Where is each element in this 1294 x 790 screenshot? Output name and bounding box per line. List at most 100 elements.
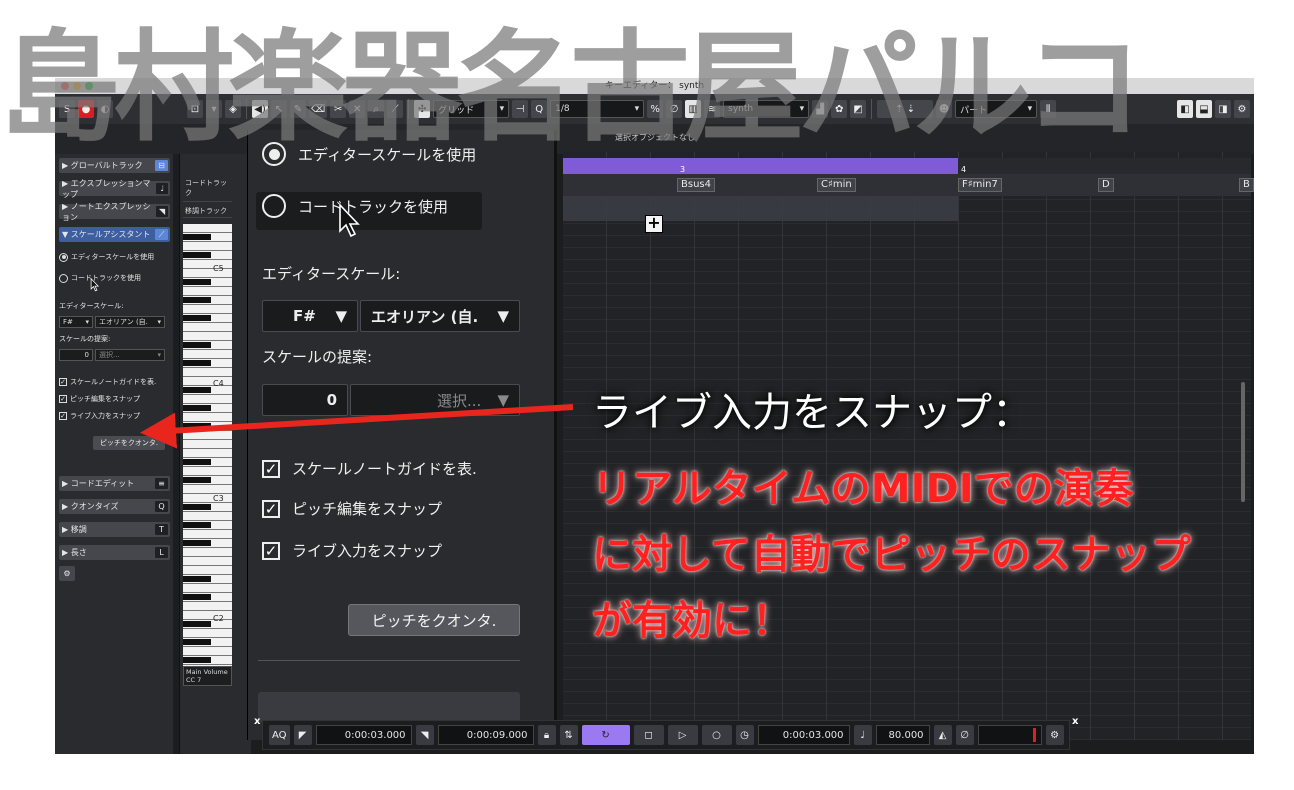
radio-editor-scale-small[interactable]: エディタースケールを使用 bbox=[59, 252, 154, 262]
quantize-pitch-button-small[interactable]: ピッチをクオンタ. bbox=[93, 436, 165, 450]
settings-icon[interactable]: ⚙ bbox=[1234, 100, 1250, 118]
suggest-value-field[interactable]: 0 bbox=[262, 384, 348, 416]
section-note-expression[interactable]: ▶ ノートエクスプレッション ◥ bbox=[59, 202, 170, 222]
quantize-icon[interactable]: Q bbox=[531, 100, 548, 118]
speaker-icon[interactable]: ◀) bbox=[252, 100, 268, 118]
pencil-tool-icon[interactable]: ✎ bbox=[290, 100, 306, 118]
chord-track-row[interactable]: コードトラック bbox=[183, 176, 232, 202]
vertical-scrollbar[interactable] bbox=[1241, 382, 1245, 502]
mute-tool-icon[interactable]: ✕ bbox=[349, 100, 366, 118]
quantize-pitch-button[interactable]: ピッチをクオンタ. bbox=[348, 604, 520, 636]
controller-lane-select[interactable]: Main Volume CC 7 bbox=[183, 666, 232, 686]
precount-icon[interactable]: ∅ bbox=[955, 725, 974, 745]
pointer-tool-icon[interactable]: ↖ bbox=[271, 100, 287, 118]
suggest-value-small[interactable]: 0 bbox=[59, 349, 93, 361]
right-locator-field[interactable]: 0:00:09.000 bbox=[437, 725, 534, 745]
chord-event[interactable]: B bbox=[1239, 178, 1254, 192]
link-icon[interactable]: ∅ bbox=[666, 100, 683, 118]
trim-tool-icon[interactable]: ✂ bbox=[330, 100, 347, 118]
scale-mode-select[interactable]: エオリアン (自. ▼ bbox=[360, 300, 520, 332]
check-snap-live[interactable]: ✓ ライブ入力をスナップ bbox=[262, 540, 442, 561]
check-snap-pitch[interactable]: ✓ ピッチ編集をスナップ bbox=[262, 498, 442, 519]
close-window-button[interactable] bbox=[61, 82, 69, 90]
suggest-select[interactable]: 選択... ▼ bbox=[350, 384, 520, 416]
section-quantize[interactable]: ▶ クオンタイズ Q bbox=[59, 499, 170, 514]
window-layout-icon[interactable]: ⊡ bbox=[187, 100, 203, 118]
left-locator-icon[interactable]: ◤ bbox=[293, 725, 312, 745]
section-transpose[interactable]: ▶ 移調 T bbox=[59, 522, 170, 537]
chord-track-lane[interactable] bbox=[563, 174, 1251, 196]
play-button[interactable]: ▷ bbox=[667, 725, 698, 745]
scale-root-select[interactable]: F# ▼ bbox=[262, 300, 358, 332]
section-expression-map[interactable]: ▶ エクスプレッションマップ ♩ bbox=[59, 179, 170, 199]
check-scale-guide[interactable]: ✓ スケールノートガイドを表. bbox=[262, 458, 477, 479]
check-pitch-small[interactable]: ✓ ピッチ編集をスナップ bbox=[59, 394, 140, 404]
radio-off-icon[interactable] bbox=[59, 273, 68, 283]
checkbox-checked-icon[interactable]: ✓ bbox=[59, 395, 67, 403]
record-enable-icon[interactable]: ● bbox=[78, 100, 94, 118]
section-global-tracks[interactable]: ▶ グローバルトラック ⊟ bbox=[59, 158, 170, 173]
cycle-button[interactable]: ↻ bbox=[581, 725, 630, 745]
punch-icon[interactable]: ⇅ bbox=[559, 725, 578, 745]
metronome-icon[interactable]: ◭ bbox=[933, 725, 952, 745]
position-field[interactable]: 0:00:03.000 bbox=[757, 725, 850, 745]
clock-icon[interactable]: ◷ bbox=[735, 725, 754, 745]
lock-icon[interactable]: 🔒︎ bbox=[537, 725, 556, 745]
chord-event[interactable]: C♯min bbox=[817, 178, 856, 192]
auto-quantize-button[interactable]: AQ bbox=[269, 725, 290, 745]
chord-icon[interactable]: ▟ bbox=[812, 100, 829, 118]
tempo-icon[interactable]: ♩ bbox=[853, 725, 872, 745]
line-tool-icon[interactable]: ⟋ bbox=[387, 100, 404, 118]
radio-editor-scale[interactable]: エディタースケールを使用 bbox=[262, 142, 476, 166]
left-locator-field[interactable]: 0:00:03.000 bbox=[315, 725, 412, 745]
chord-event[interactable]: Bsus4 bbox=[677, 178, 715, 192]
loop-range-bar[interactable] bbox=[563, 158, 958, 174]
edit-in-place-icon[interactable]: ◩ bbox=[850, 100, 867, 118]
stop-button[interactable]: ◻ bbox=[633, 725, 664, 745]
transpose-buttons[interactable]: ⇡ ⇣ bbox=[877, 100, 934, 118]
check-live-small[interactable]: ✓ ライブ入力をスナップ bbox=[59, 411, 140, 421]
zoom-window-button[interactable] bbox=[85, 82, 93, 90]
gear-icon[interactable]: ⚙ bbox=[1045, 725, 1064, 745]
scale-lane[interactable] bbox=[563, 196, 958, 221]
snap-icon[interactable]: ✣ bbox=[414, 100, 431, 118]
checkbox-checked-icon[interactable]: ✓ bbox=[262, 499, 280, 518]
suggest-select-small[interactable]: 選択... ▾ bbox=[95, 349, 165, 361]
zoom-tool-icon[interactable]: ⌕ bbox=[368, 100, 385, 118]
radio-chord-track-small[interactable]: コードトラックを使用 bbox=[59, 273, 141, 283]
checkbox-checked-icon[interactable]: ✓ bbox=[59, 412, 67, 420]
note-display[interactable]: 3 4 Bsus4 C♯min F♯min7 D B + bbox=[563, 152, 1254, 740]
section-scale-assistant[interactable]: ▼ スケールアシスタント ⟋ bbox=[59, 227, 170, 242]
checkbox-checked-icon[interactable]: ✓ bbox=[262, 541, 280, 560]
part-icon[interactable]: ☻ bbox=[936, 100, 953, 118]
quantize-dropdown[interactable]: 1/8 ▾ bbox=[550, 100, 645, 118]
transpose-track-row[interactable]: 移調トラック bbox=[183, 204, 232, 218]
section-chord-edit[interactable]: ▶ コードエディット ≡ bbox=[59, 476, 170, 491]
mixer-icon[interactable]: ⫴ bbox=[1040, 100, 1057, 118]
close-icon[interactable]: x bbox=[1072, 716, 1078, 727]
radio-on-icon[interactable] bbox=[262, 142, 286, 166]
checkbox-checked-icon[interactable]: ✓ bbox=[262, 459, 280, 478]
chord-event[interactable]: D bbox=[1098, 178, 1114, 192]
solo-icon[interactable]: S bbox=[59, 100, 75, 118]
color-icon[interactable]: ◈ bbox=[225, 100, 241, 118]
piano-icon[interactable]: ▥ bbox=[685, 100, 702, 118]
piano-keyboard[interactable]: C5 C4 C3 C2 bbox=[183, 224, 232, 674]
checkbox-checked-icon[interactable]: ✓ bbox=[59, 378, 67, 386]
lower-zone-icon[interactable]: ⬓ bbox=[1196, 100, 1212, 118]
right-zone-icon[interactable]: ◨ bbox=[1215, 100, 1231, 118]
check-guide-small[interactable]: ✓ スケールノートガイドを表. bbox=[59, 377, 156, 387]
snap-type-dropdown[interactable]: グリッド ▾ bbox=[433, 100, 510, 118]
eraser-tool-icon[interactable]: ⌫ bbox=[309, 100, 328, 118]
palette-icon[interactable]: ✿ bbox=[831, 100, 848, 118]
tempo-field[interactable]: 80.000 bbox=[875, 725, 930, 745]
close-icon[interactable]: x bbox=[254, 716, 260, 727]
scale-mode-select-small[interactable]: エオリアン (自. ▾ bbox=[95, 316, 165, 328]
collapsed-section[interactable] bbox=[258, 692, 520, 722]
chord-event[interactable]: F♯min7 bbox=[958, 178, 1002, 192]
radio-on-icon[interactable] bbox=[59, 252, 68, 262]
iterative-quantize-icon[interactable]: % bbox=[647, 100, 664, 118]
cursor-snap-icon[interactable]: ⊣ bbox=[512, 100, 529, 118]
inspector-settings-button[interactable]: ⚙ bbox=[59, 566, 75, 581]
track-dropdown[interactable]: synth ▾ bbox=[723, 100, 810, 118]
